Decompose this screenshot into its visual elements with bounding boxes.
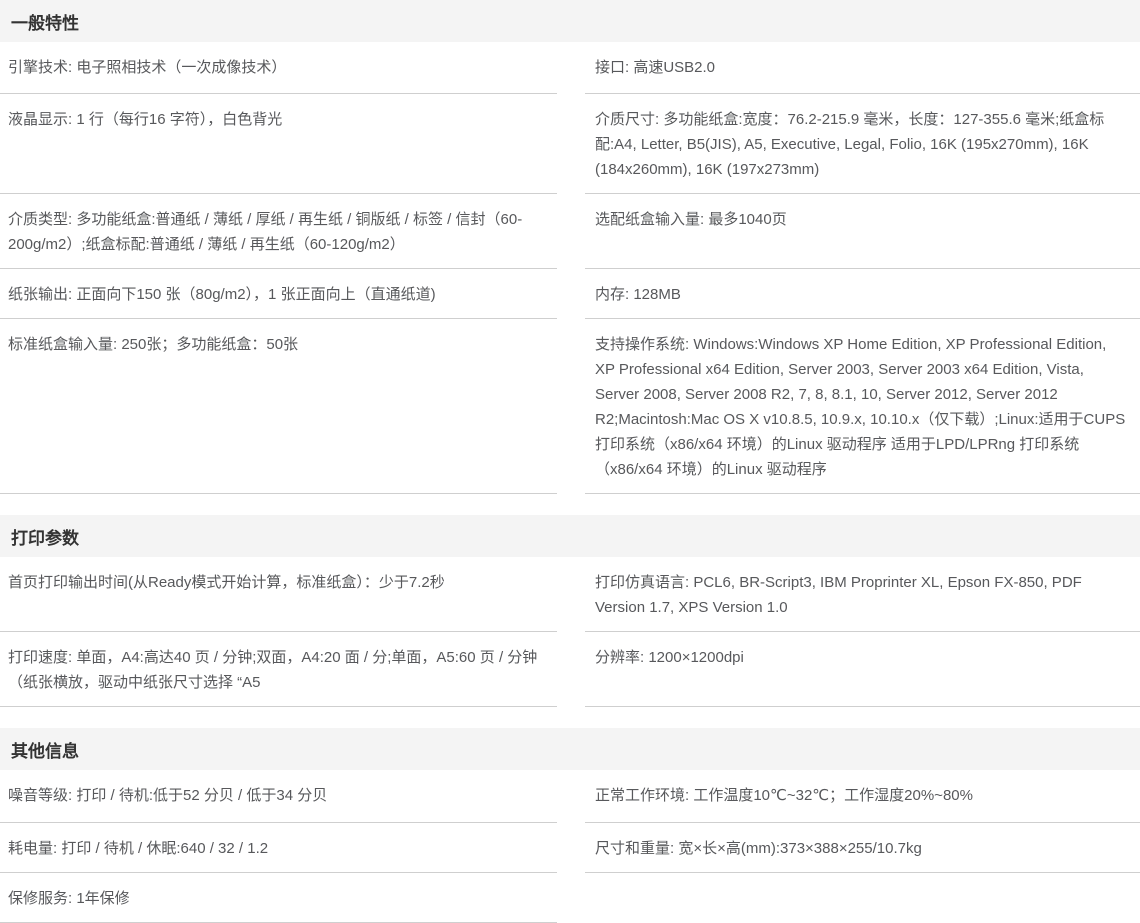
spec-row: 保修服务: 1年保修: [0, 873, 1140, 923]
spec-cell-power-consumption: 耗电量: 打印 / 待机 / 休眠:640 / 32 / 1.2: [0, 823, 557, 873]
spec-cell-emulation-language: 打印仿真语言: PCL6, BR-Script3, IBM Proprinter…: [585, 557, 1140, 632]
spec-cell-media-type: 介质类型: 多功能纸盒:普通纸 / 薄纸 / 厚纸 / 再生纸 / 铜版纸 / …: [0, 194, 557, 269]
section-title: 打印参数: [11, 524, 79, 549]
section-print-parameters: 打印参数 首页打印输出时间(从Ready模式开始计算，标准纸盒）：少于7.2秒 …: [0, 515, 1140, 707]
spec-row: 标准纸盒输入量: 250张；多功能纸盒：50张 支持操作系统: Windows:…: [0, 319, 1140, 494]
spec-cell-first-page-out-time: 首页打印输出时间(从Ready模式开始计算，标准纸盒）：少于7.2秒: [0, 557, 557, 632]
section-general-features: 一般特性 引擎技术: 电子照相技术（一次成像技术） 接口: 高速USB2.0 液…: [0, 0, 1140, 494]
spec-row: 介质类型: 多功能纸盒:普通纸 / 薄纸 / 厚纸 / 再生纸 / 铜版纸 / …: [0, 194, 1140, 269]
spec-cell-engine-tech: 引擎技术: 电子照相技术（一次成像技术）: [0, 42, 557, 94]
spec-row: 液晶显示: 1 行（每行16 字符），白色背光 介质尺寸: 多功能纸盒:宽度：7…: [0, 94, 1140, 194]
spec-row: 噪音等级: 打印 / 待机:低于52 分贝 / 低于34 分贝 正常工作环境: …: [0, 770, 1140, 823]
spec-cell-memory: 内存: 128MB: [585, 269, 1140, 319]
spec-cell-dimensions-weight: 尺寸和重量: 宽×长×高(mm):373×388×255/10.7kg: [585, 823, 1140, 873]
spec-cell-noise-level: 噪音等级: 打印 / 待机:低于52 分贝 / 低于34 分贝: [0, 770, 557, 823]
spec-cell-resolution: 分辨率: 1200×1200dpi: [585, 632, 1140, 707]
section-other-info: 其他信息 噪音等级: 打印 / 待机:低于52 分贝 / 低于34 分贝 正常工…: [0, 728, 1140, 923]
spec-cell-interface: 接口: 高速USB2.0: [585, 42, 1140, 94]
spec-row: 首页打印输出时间(从Ready模式开始计算，标准纸盒）：少于7.2秒 打印仿真语…: [0, 557, 1140, 632]
spec-cell-operating-environment: 正常工作环境: 工作温度10℃~32℃；工作湿度20%~80%: [585, 770, 1140, 823]
spec-cell-paper-output: 纸张输出: 正面向下150 张（80g/m2），1 张正面向上（直通纸道): [0, 269, 557, 319]
spec-cell-print-speed: 打印速度: 单面，A4:高达40 页 / 分钟;双面，A4:20 面 / 分;单…: [0, 632, 557, 707]
product-spec-page: 一般特性 引擎技术: 电子照相技术（一次成像技术） 接口: 高速USB2.0 液…: [0, 0, 1140, 923]
spec-cell-optional-tray-capacity: 选配纸盒输入量: 最多1040页: [585, 194, 1140, 269]
spec-row: 纸张输出: 正面向下150 张（80g/m2），1 张正面向上（直通纸道) 内存…: [0, 269, 1140, 319]
spec-cell-lcd-display: 液晶显示: 1 行（每行16 字符），白色背光: [0, 94, 557, 194]
spec-cell-standard-tray-capacity: 标准纸盒输入量: 250张；多功能纸盒：50张: [0, 319, 557, 494]
spec-row: 打印速度: 单面，A4:高达40 页 / 分钟;双面，A4:20 面 / 分;单…: [0, 632, 1140, 707]
section-title: 其他信息: [11, 737, 79, 762]
section-header: 一般特性: [0, 0, 1140, 42]
section-header: 其他信息: [0, 728, 1140, 770]
spec-cell-supported-os: 支持操作系统: Windows:Windows XP Home Edition,…: [585, 319, 1140, 494]
section-title: 一般特性: [11, 9, 79, 34]
spec-cell-warranty: 保修服务: 1年保修: [0, 873, 557, 923]
spec-cell-empty: [585, 873, 1140, 923]
section-header: 打印参数: [0, 515, 1140, 557]
spec-row: 引擎技术: 电子照相技术（一次成像技术） 接口: 高速USB2.0: [0, 42, 1140, 94]
spec-cell-media-size: 介质尺寸: 多功能纸盒:宽度：76.2-215.9 毫米，长度：127-355.…: [585, 94, 1140, 194]
spec-row: 耗电量: 打印 / 待机 / 休眠:640 / 32 / 1.2 尺寸和重量: …: [0, 823, 1140, 873]
